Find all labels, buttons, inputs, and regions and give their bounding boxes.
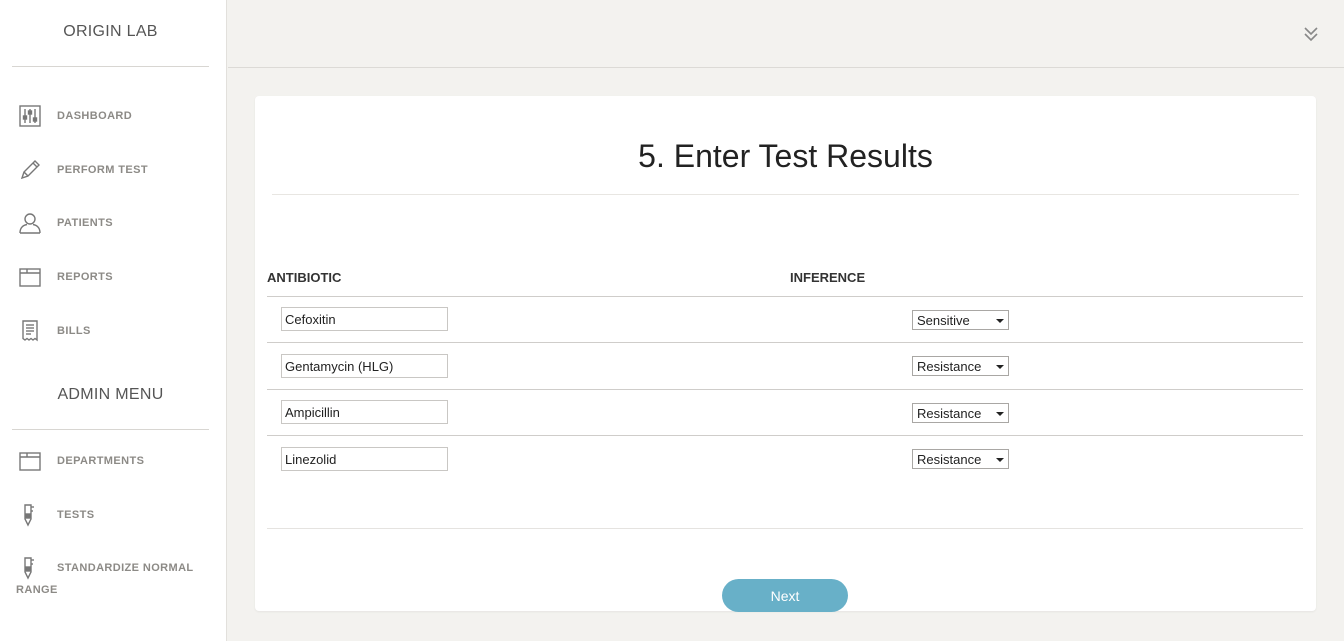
page-title: 5. Enter Test Results xyxy=(638,138,933,174)
sidebar-item-standardize-normal-range[interactable]: STANDARDIZE NORMAL xyxy=(0,553,221,583)
sidebar-item-label-continued[interactable]: RANGE xyxy=(16,584,58,596)
inference-selected-value: Sensitive xyxy=(917,313,970,328)
column-header-inference: INFERENCE xyxy=(790,270,866,285)
antibiotic-input[interactable] xyxy=(281,400,448,424)
admin-menu-title: ADMIN MENU xyxy=(57,386,164,403)
caret-down-icon xyxy=(996,412,1004,416)
double-chevron-down-icon[interactable] xyxy=(1302,24,1320,44)
inference-select[interactable]: Resistance xyxy=(912,356,1009,376)
sidebar-item-label: PATIENTS xyxy=(57,217,113,229)
sliders-icon xyxy=(18,104,42,128)
inference-selected-value: Resistance xyxy=(917,406,982,421)
folder-icon xyxy=(18,265,42,289)
sidebar-item-label: PERFORM TEST xyxy=(57,164,148,176)
sidebar: ORIGIN LAB DASHBOARD PERFORM TEST PATIEN… xyxy=(0,0,227,641)
sidebar-item-label: DASHBOARD xyxy=(57,110,133,122)
receipt-icon xyxy=(18,319,42,343)
antibiotic-input[interactable] xyxy=(281,307,448,331)
sidebar-divider xyxy=(12,66,209,67)
caret-down-icon xyxy=(996,365,1004,369)
pencil-icon xyxy=(18,158,42,182)
row-divider xyxy=(267,342,1303,343)
inference-selected-value: Resistance xyxy=(917,452,982,467)
antibiotic-input[interactable] xyxy=(281,447,448,471)
test-tube-icon xyxy=(18,503,42,527)
column-header-antibiotic: ANTIBIOTIC xyxy=(267,270,342,285)
inference-selected-value: Resistance xyxy=(917,359,982,374)
sidebar-item-patients[interactable]: PATIENTS xyxy=(0,208,221,238)
table-bottom-divider xyxy=(267,528,1303,529)
caret-down-icon xyxy=(996,319,1004,323)
inference-select[interactable]: Resistance xyxy=(912,403,1009,423)
inference-select[interactable]: Resistance xyxy=(912,449,1009,469)
inference-select[interactable]: Sensitive xyxy=(912,310,1009,330)
sidebar-item-label: STANDARDIZE NORMAL xyxy=(57,562,194,574)
test-results-card: 5. Enter Test Results ANTIBIOTIC INFEREN… xyxy=(255,96,1316,612)
sidebar-item-perform-test[interactable]: PERFORM TEST xyxy=(0,155,221,185)
sidebar-item-dashboard[interactable]: DASHBOARD xyxy=(0,101,221,131)
sidebar-item-bills[interactable]: BILLS xyxy=(0,316,221,346)
caret-down-icon xyxy=(996,458,1004,462)
sidebar-item-label: TESTS xyxy=(57,509,95,521)
test-tube-icon xyxy=(18,556,42,580)
top-bar xyxy=(228,0,1344,68)
antibiotic-input[interactable] xyxy=(281,354,448,378)
sidebar-item-reports[interactable]: REPORTS xyxy=(0,262,221,292)
sidebar-divider xyxy=(12,429,209,430)
header-divider xyxy=(267,296,1303,297)
user-icon xyxy=(18,211,42,235)
next-button[interactable]: Next xyxy=(722,579,848,612)
sidebar-item-label: DEPARTMENTS xyxy=(57,455,145,467)
sidebar-item-departments[interactable]: DEPARTMENTS xyxy=(0,446,221,476)
row-divider xyxy=(267,435,1303,436)
sidebar-item-label: BILLS xyxy=(57,325,91,337)
folder-icon xyxy=(18,449,42,473)
row-divider xyxy=(267,389,1303,390)
sidebar-item-tests[interactable]: TESTS xyxy=(0,500,221,530)
title-divider xyxy=(272,194,1299,195)
brand-title: ORIGIN LAB xyxy=(63,23,158,40)
sidebar-item-label: REPORTS xyxy=(57,271,113,283)
